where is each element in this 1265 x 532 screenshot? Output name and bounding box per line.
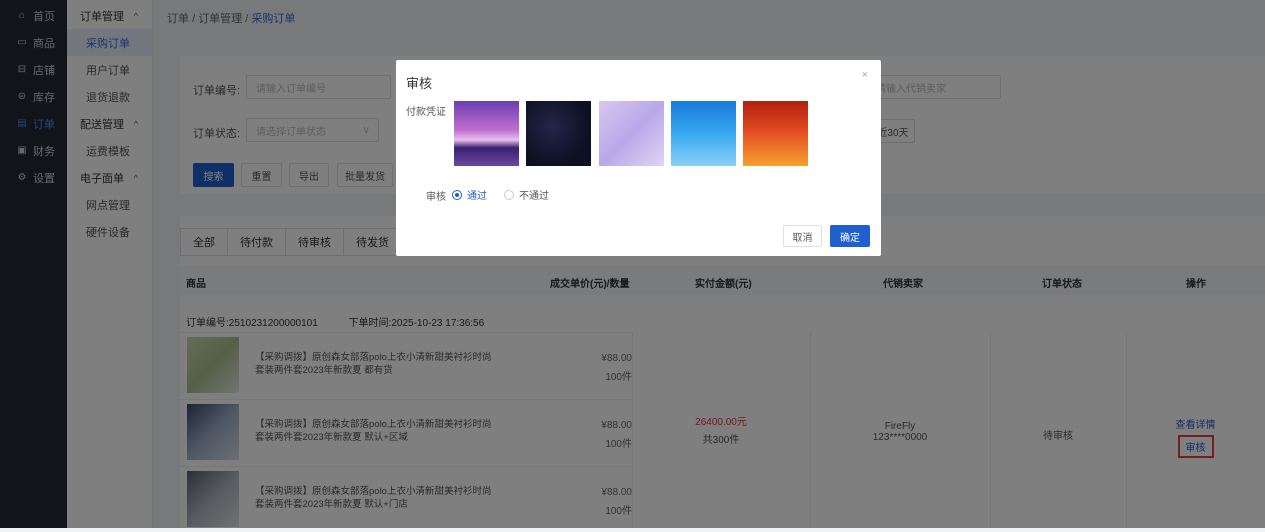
radio-pass[interactable]: 通过 <box>452 187 487 202</box>
dialog-title: 审核 <box>406 76 433 91</box>
radio-unchecked-icon <box>504 189 514 200</box>
proof-image-2[interactable] <box>526 101 591 166</box>
radio-checked-icon <box>452 189 462 200</box>
proof-image-3[interactable] <box>599 101 664 166</box>
radio-pass-label: 通过 <box>467 191 487 202</box>
confirm-button[interactable]: 确定 <box>830 225 870 247</box>
close-icon[interactable]: × <box>862 69 868 81</box>
proof-image-1[interactable] <box>454 101 519 166</box>
proof-image-5[interactable] <box>743 101 808 166</box>
proof-image-4[interactable] <box>671 101 736 166</box>
radio-fail[interactable]: 不通过 <box>504 187 549 202</box>
payment-proof-label: 付款凭证 <box>406 107 446 118</box>
radio-fail-label: 不通过 <box>519 191 549 202</box>
review-dialog: 审核 × 付款凭证 审核 通过 不通过 取消 确定 <box>396 60 881 256</box>
review-label: 审核 <box>426 192 446 203</box>
cancel-button[interactable]: 取消 <box>783 225 822 247</box>
